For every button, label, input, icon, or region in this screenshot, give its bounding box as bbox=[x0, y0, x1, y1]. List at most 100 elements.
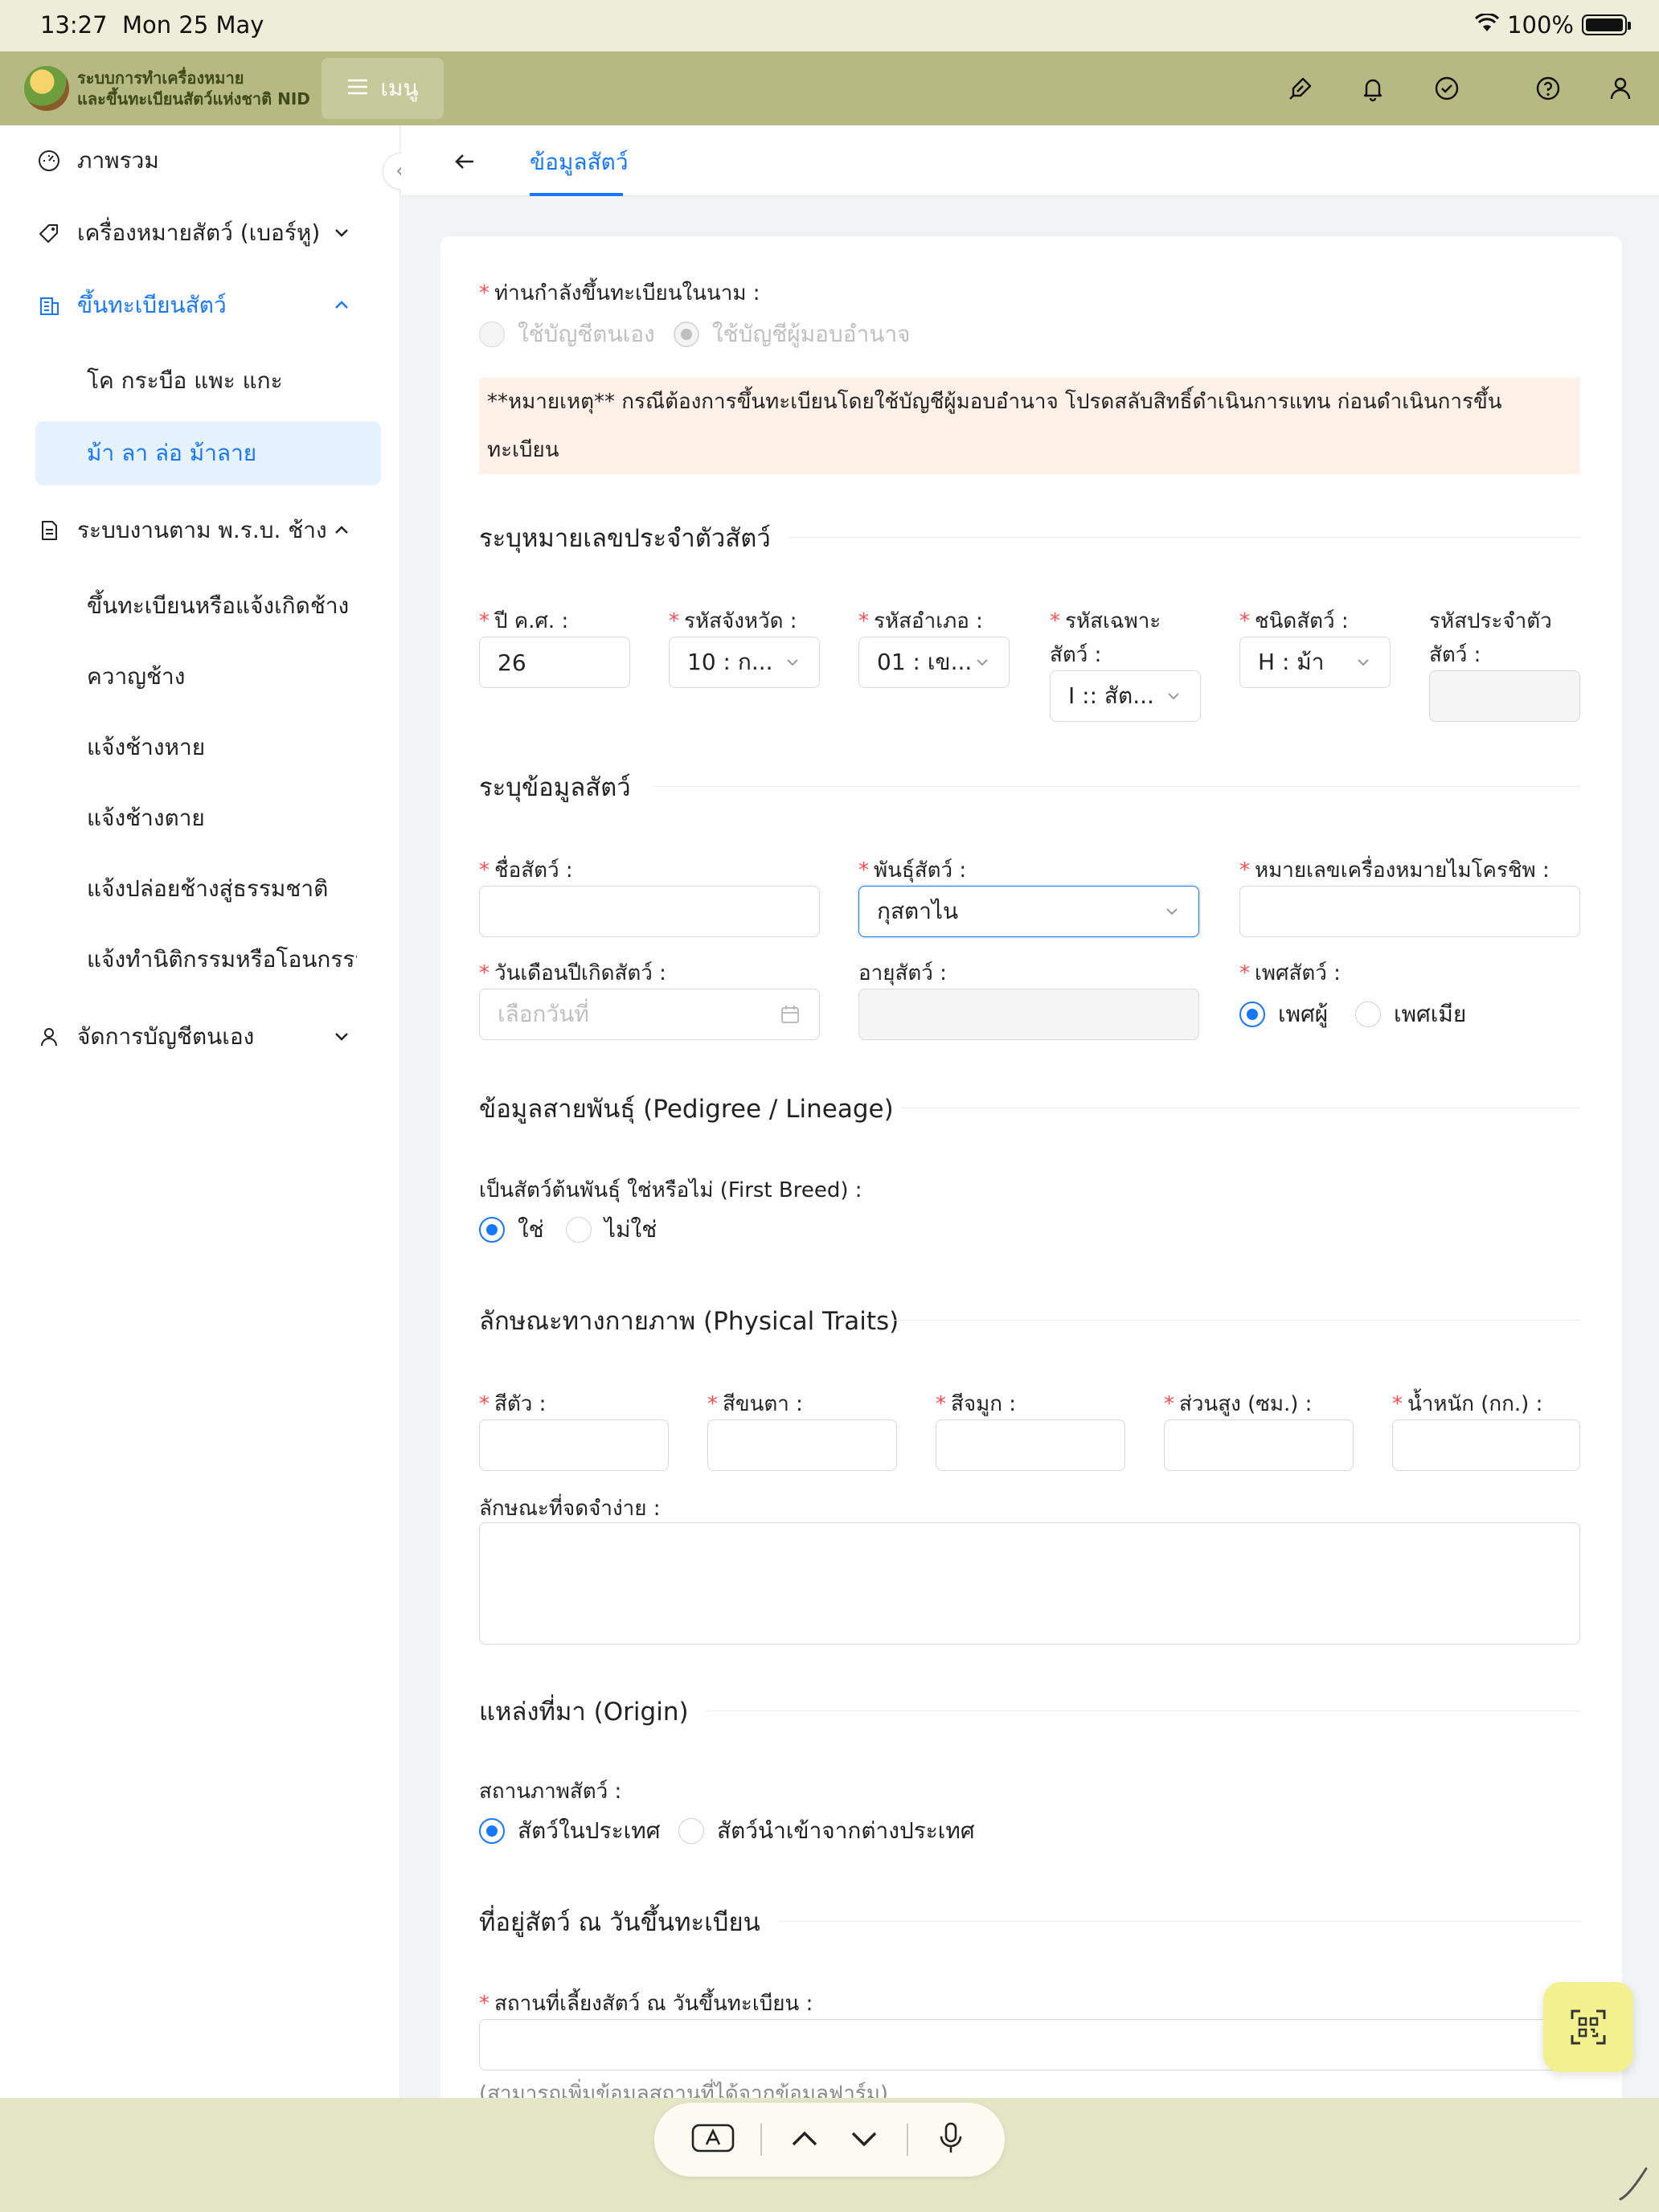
bell-icon[interactable] bbox=[1357, 72, 1389, 104]
birthdate-label: * วันเดือนปีเกิดสัตว์ : bbox=[479, 961, 666, 985]
chevron-down-icon[interactable] bbox=[330, 1025, 354, 1049]
nose-color-input[interactable] bbox=[936, 1419, 1125, 1471]
section-divider bbox=[778, 1921, 1580, 1922]
nose-color-label: * สีจมูก : bbox=[936, 1392, 1017, 1416]
user-icon[interactable] bbox=[1604, 72, 1636, 104]
sidebar-subitem-release[interactable]: แจ้งปล่อยช้างสู่ธรรมชาติ bbox=[87, 857, 328, 921]
back-arrow-icon[interactable] bbox=[451, 148, 478, 175]
toolbar-separator bbox=[760, 2124, 762, 2156]
sidebar-item-register[interactable]: ขึ้นทะเบียนสัตว์ bbox=[35, 273, 227, 338]
sidebar-item-elephant-act[interactable]: ระบบงานตาม พ.ร.บ. ช้าง bbox=[35, 498, 327, 563]
scribble-handle-icon bbox=[1619, 2167, 1648, 2201]
body-color-label: * สีตัว : bbox=[479, 1392, 547, 1416]
district-label: * รหัสอำเภอ : bbox=[858, 609, 983, 633]
first-breed-label: เป็นสัตว์ต้นพันธุ์ ใช่หรือไม่ (First Bre… bbox=[479, 1178, 862, 1202]
chevron-down-icon[interactable] bbox=[330, 221, 354, 245]
section-title-info: ระบุข้อมูลสัตว์ bbox=[479, 773, 631, 802]
breed-select[interactable]: กุสตาไน bbox=[858, 886, 1199, 937]
radio-first-breed-yes[interactable]: ใช่ bbox=[479, 1212, 544, 1247]
section-title-pedigree: ข้อมูลสายพันธุ์ (Pedigree / Lineage) bbox=[479, 1095, 894, 1124]
status-time: 13:27 Mon 25 May bbox=[40, 11, 264, 39]
hamburger-icon bbox=[346, 76, 369, 102]
chevron-down-icon bbox=[1166, 908, 1178, 916]
tab-active-indicator bbox=[530, 193, 623, 196]
sidebar-subitem-lost[interactable]: แจ้งช้างหาย bbox=[87, 715, 205, 780]
proxy-note: **หมายเหตุ** กรณีต้องการขึ้นทะเบียนโดยใช… bbox=[479, 378, 1580, 474]
sidebar-item-label: ภาพรวม bbox=[77, 147, 159, 174]
species-select[interactable]: H : ม้า bbox=[1239, 637, 1391, 688]
clean-icon[interactable] bbox=[1284, 72, 1317, 104]
chevron-up-icon[interactable] bbox=[787, 2120, 822, 2159]
animal-name-input[interactable] bbox=[479, 886, 820, 937]
sidebar-subitem-dead[interactable]: แจ้งช้างตาย bbox=[87, 786, 205, 850]
section-divider bbox=[653, 786, 1580, 787]
district-select[interactable]: 01 : เข... bbox=[858, 637, 1010, 688]
chevron-down-icon[interactable] bbox=[846, 2120, 882, 2159]
height-input[interactable] bbox=[1164, 1419, 1354, 1471]
battery-percent: 100% bbox=[1507, 11, 1574, 39]
radio-sex-male[interactable]: เพศผู้ bbox=[1239, 997, 1328, 1032]
wifi-icon bbox=[1475, 11, 1500, 39]
animal-id-label: รหัสประจำตัว สัตว์ : bbox=[1429, 609, 1552, 667]
radio-sex-female[interactable]: เพศเมีย bbox=[1355, 997, 1466, 1032]
radio-first-breed-no[interactable]: ไม่ใช่ bbox=[566, 1212, 657, 1247]
sidebar-item-overview[interactable]: ภาพรวม bbox=[35, 129, 159, 193]
sidebar-item-label: เครื่องหมายสัตว์ (เบอร์หู) bbox=[77, 219, 321, 246]
radio-imported-animal[interactable]: สัตว์นำเข้าจากต่างประเทศ bbox=[678, 1813, 975, 1849]
status-right: 100% bbox=[1475, 11, 1631, 39]
check-circle-icon[interactable] bbox=[1431, 72, 1463, 104]
document-icon bbox=[35, 517, 63, 544]
radio-circle bbox=[1355, 1002, 1381, 1027]
radio-circle bbox=[674, 322, 699, 347]
tab-bar: ข้อมูลสัตว์ bbox=[401, 125, 1659, 196]
year-label: * ปี ค.ศ. : bbox=[479, 609, 569, 633]
menu-button[interactable]: เมนู bbox=[322, 58, 444, 119]
province-select[interactable]: 10 : ก... bbox=[669, 637, 820, 688]
place-label: * สถานที่เลี้ยงสัตว์ ณ วันขึ้นทะเบียน : bbox=[479, 1992, 813, 2016]
eye-color-input[interactable] bbox=[707, 1419, 897, 1471]
specific-code-select[interactable]: I :: สัต... bbox=[1050, 670, 1201, 722]
birthdate-picker[interactable]: เลือกวันที่ bbox=[479, 989, 820, 1040]
sidebar: ภาพรวม เครื่องหมายสัตว์ (เบอร์หู) ขึ้นทะ… bbox=[0, 125, 400, 2098]
weight-input[interactable] bbox=[1392, 1419, 1580, 1471]
help-icon[interactable] bbox=[1532, 72, 1564, 104]
distinctive-marks-label: ลักษณะที่จดจำง่าย : bbox=[479, 1497, 661, 1521]
chevron-up-icon[interactable] bbox=[330, 518, 354, 543]
section-title-origin: แหล่งที่มา (Origin) bbox=[479, 1698, 689, 1727]
qr-scan-button[interactable] bbox=[1543, 1982, 1633, 2072]
tab-animal-info[interactable]: ข้อมูลสัตว์ bbox=[530, 145, 629, 180]
chevron-up-icon[interactable] bbox=[330, 293, 354, 317]
body-color-input[interactable] bbox=[479, 1419, 669, 1471]
status-bar: 13:27 Mon 25 May 100% bbox=[0, 0, 1659, 51]
radio-circle bbox=[479, 1217, 505, 1243]
distinctive-marks-textarea[interactable] bbox=[479, 1522, 1580, 1645]
sidebar-subitem-cattle[interactable]: โค กระบือ แพะ แกะ bbox=[87, 349, 283, 413]
place-select[interactable] bbox=[479, 2019, 1580, 2071]
animal-id-input bbox=[1429, 670, 1580, 722]
sidebar-subitem-mahout[interactable]: ควาญช้าง bbox=[87, 645, 185, 709]
sidebar-subitem-horse[interactable]: ม้า ลา ล่อ ม้าลาย bbox=[87, 421, 256, 485]
sidebar-item-account[interactable]: จัดการบัญชีตนเอง bbox=[35, 1005, 254, 1069]
radio-domestic-animal[interactable]: สัตว์ในประเทศ bbox=[479, 1813, 660, 1849]
chevron-down-icon bbox=[977, 659, 988, 666]
radio-circle bbox=[566, 1217, 592, 1243]
sidebar-item-animal-tags[interactable]: เครื่องหมายสัตว์ (เบอร์หู) bbox=[35, 201, 320, 265]
menu-label: เมนู bbox=[380, 75, 419, 101]
chevron-down-icon bbox=[787, 659, 798, 666]
year-input[interactable]: 26 bbox=[479, 637, 630, 688]
keyboard-a-icon[interactable] bbox=[690, 2120, 735, 2159]
sidebar-subitem-transfer[interactable]: แจ้งทำนิติกรรมหรือโอนกรรม: bbox=[87, 928, 357, 992]
logo[interactable] bbox=[24, 66, 69, 111]
keyboard-toolbar bbox=[654, 2103, 1005, 2177]
age-input bbox=[858, 989, 1199, 1040]
sidebar-subitem-elephant-register[interactable]: ขึ้นทะเบียนหรือแจ้งเกิดช้าง bbox=[87, 574, 349, 638]
section-title-address: ที่อยู่สัตว์ ณ วันขึ้นทะเบียน bbox=[479, 1908, 760, 1937]
age-label: อายุสัตว์ : bbox=[858, 961, 947, 985]
radio-circle bbox=[1239, 1002, 1265, 1027]
app-brand: ระบบการทำเครื่องหมาย และขึ้นทะเบียนสัตว์… bbox=[77, 68, 310, 109]
microphone-icon[interactable] bbox=[933, 2120, 969, 2159]
radio-proxy-account: ใช้บัญชีผู้มอบอำนาจ bbox=[674, 317, 911, 352]
province-label: * รหัสจังหวัด : bbox=[669, 609, 797, 633]
chevron-down-icon bbox=[1358, 659, 1369, 666]
microchip-input[interactable] bbox=[1239, 886, 1580, 937]
